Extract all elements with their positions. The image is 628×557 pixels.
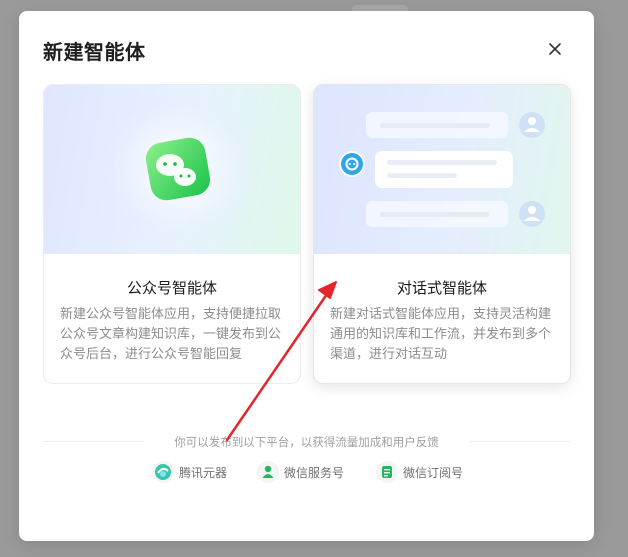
platform-label: 腾讯元器 [179, 465, 228, 480]
close-icon [549, 43, 561, 55]
wechat-subscription-account-icon [376, 461, 398, 483]
platform-wechat-subscription-account: 微信订阅号 [376, 460, 463, 484]
dialog-title: 新建智能体 [43, 40, 146, 64]
wechat-logo-illustration [99, 89, 259, 249]
yuanqi-icon [152, 461, 174, 483]
platform-label: 微信订阅号 [403, 465, 464, 480]
platform-yuanqi: 腾讯元器 [152, 460, 227, 484]
close-button[interactable] [544, 38, 566, 60]
new-agent-dialog: 新建智能体 公众号智能体 新建公众号智能体应用，支持便捷拉取公众号文章构建知识库… [19, 11, 594, 541]
publish-platforms-hint: 你可以发布到以下平台，以获得流量加成和用户反馈 [174, 435, 439, 449]
card-hero-conversational [314, 85, 570, 254]
card-description: 新建公众号智能体应用，支持便捷拉取公众号文章构建知识库，一键发布到公众号后台，进… [60, 307, 282, 362]
conversational-agent-card[interactable]: 对话式智能体 新建对话式智能体应用，支持灵活构建通用的知识库和工作流，并发布到多… [313, 84, 571, 384]
platform-label: 微信服务号 [284, 465, 345, 480]
chat-illustration [339, 112, 545, 227]
wechat-service-account-icon [257, 461, 279, 483]
official-account-agent-card[interactable]: 公众号智能体 新建公众号智能体应用，支持便捷拉取公众号文章构建知识库，一键发布到… [43, 84, 301, 384]
platform-wechat-service-account: 微信服务号 [257, 460, 344, 484]
card-hero-official-account [44, 85, 300, 254]
card-title: 对话式智能体 [396, 279, 487, 297]
card-description: 新建对话式智能体应用，支持灵活构建通用的知识库和工作流，并发布到多个渠道，进行对… [330, 307, 552, 362]
card-title: 公众号智能体 [126, 279, 217, 297]
